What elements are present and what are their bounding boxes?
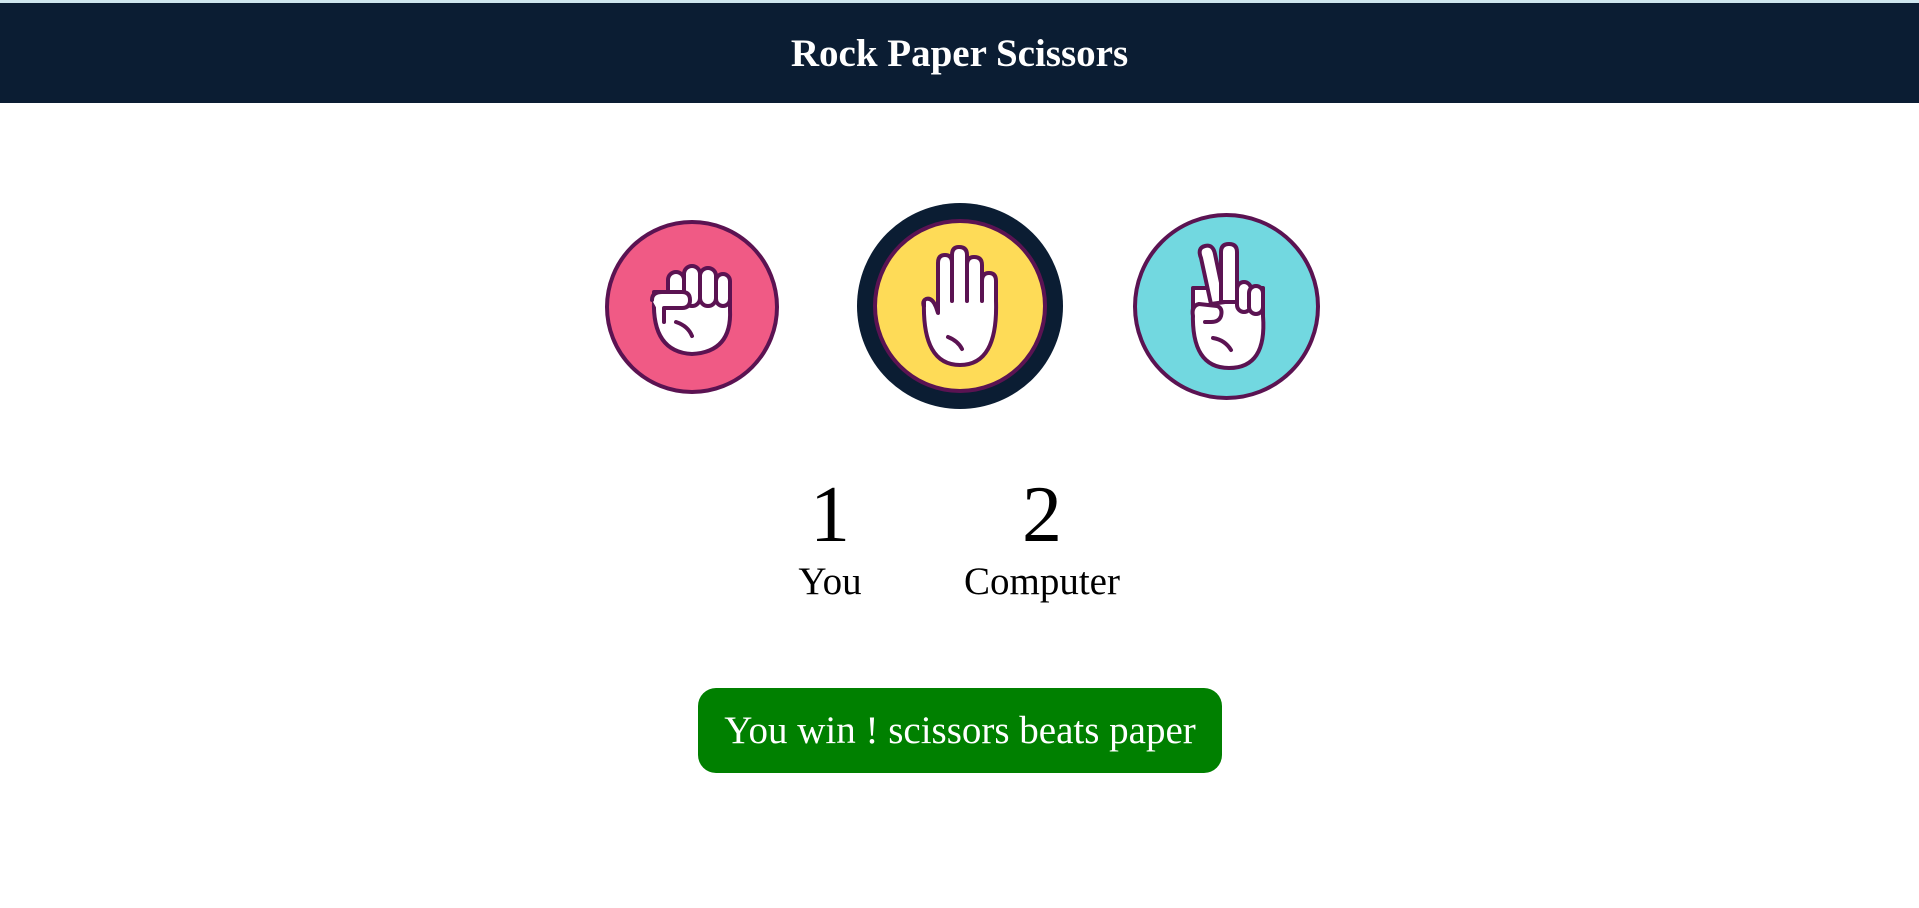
player-score: 1 You: [770, 470, 890, 604]
rock-button[interactable]: [605, 220, 779, 394]
paper-button[interactable]: [873, 219, 1047, 393]
computer-score: 2 Computer: [942, 470, 1142, 604]
open-hand-icon: [921, 245, 999, 367]
app-header: Rock Paper Scissors: [0, 3, 1919, 103]
peace-hand-icon: [1190, 241, 1265, 370]
computer-score-label: Computer: [964, 560, 1120, 603]
player-score-value: 1: [810, 471, 850, 559]
computer-score-value: 2: [1022, 471, 1062, 559]
result-message: You win ! scissors beats paper: [698, 688, 1222, 773]
page-title: Rock Paper Scissors: [790, 31, 1129, 75]
fist-icon: [650, 264, 733, 356]
scissors-button[interactable]: [1133, 213, 1320, 400]
player-score-label: You: [798, 560, 862, 603]
